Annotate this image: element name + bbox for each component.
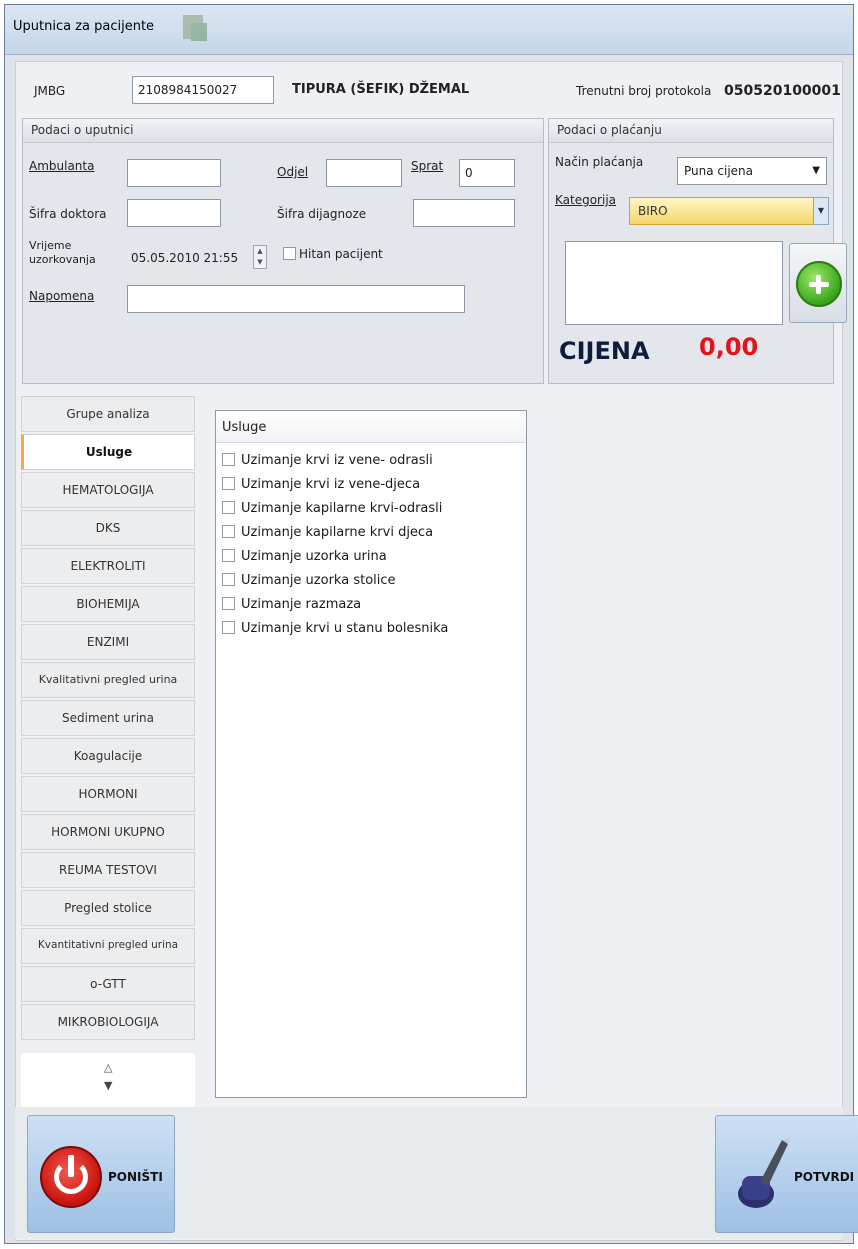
scroll-down-icon[interactable]: ▼ [104,1079,112,1092]
title-bar: Uputnica za pacijente [5,5,853,55]
sprat-label: Sprat [411,159,444,173]
vrijeme-value[interactable]: 05.05.2010 21:55 [131,251,238,265]
cancel-button[interactable]: PONIŠTI [27,1115,175,1233]
ambulanta-label: Ambulanta [29,159,95,173]
napomena-label: Napomena [29,289,95,303]
services-header: Usluge [216,411,526,443]
list-item[interactable]: Uzimanje kapilarne krvi-odrasli [222,501,442,523]
sprat-field[interactable]: 0 [459,159,515,187]
kategorija-value: BIRO [638,204,668,218]
nacin-placanja-value: Puna cijena [684,164,754,178]
item-checkbox[interactable] [222,597,235,610]
list-item[interactable]: Uzimanje krvi u stanu bolesnika [222,621,448,643]
odjel-field[interactable] [326,159,402,187]
sifra-dijagnoze-label: Šifra dijagnoze [277,207,367,221]
services-list: Usluge Uzimanje krvi iz vene- odrasli Uz… [215,410,527,1098]
ambulanta-field[interactable] [127,159,221,187]
tab-kvantitativni-pregled-urina[interactable]: Kvantitativni pregled urina [21,928,195,964]
referral-window: Uputnica za pacijente JMBG 2108984150027… [4,4,858,1244]
sifra-dijagnoze-field[interactable] [413,199,515,227]
item-checkbox[interactable] [222,501,235,514]
chevron-down-icon: ▼ [812,165,820,176]
item-checkbox[interactable] [222,549,235,562]
odjel-label: Odjel [277,165,309,179]
protocol-number: 050520100001 [724,83,841,99]
kategorija-label: Kategorija [555,193,617,207]
referral-group-title: Podaci o uputnici [23,119,543,143]
tab-hormoni[interactable]: HORMONI [21,776,195,812]
payment-group: Podaci o plaćanju Način plaćanja Puna ci… [548,118,847,384]
tab-mikrobiologija[interactable]: MIKROBIOLOGIJA [21,1004,195,1040]
list-item[interactable]: Uzimanje uzorka stolice [222,573,396,595]
hitan-checkbox[interactable] [283,247,296,260]
confirm-label: POTVRDI [794,1170,855,1184]
list-item[interactable]: Uzimanje kapilarne krvi djeca [222,525,433,547]
tab-elektroliti[interactable]: ELEKTROLITI [21,548,195,584]
list-item[interactable]: Uzimanje krvi iz vene- odrasli [222,453,433,475]
item-checkbox[interactable] [222,621,235,634]
tab-koagulacije[interactable]: Koagulacije [21,738,195,774]
dropdown-arrow-icon: ▼ [813,197,829,225]
tab-grupe-analiza[interactable]: Grupe analiza [21,396,195,432]
window-title: Uputnica za pacijente [13,19,155,34]
tab-pregled-stolice[interactable]: Pregled stolice [21,890,195,926]
tab-biohemija[interactable]: BIOHEMIJA [21,586,195,622]
cancel-label: PONIŠTI [108,1170,163,1184]
nacin-placanja-label: Način plaćanja [555,155,644,169]
plus-icon [796,261,842,307]
patient-name: TIPURA (ŠEFIK) DŽEMAL [292,82,470,97]
cijena-value: 0,00 [699,333,759,361]
tab-scroller: △ ▼ [21,1053,195,1111]
tab-hormoni-ukupno[interactable]: HORMONI UKUPNO [21,814,195,850]
power-icon [40,1146,102,1208]
protocol-label: Trenutni broj protokola [576,84,712,98]
napomena-field[interactable] [127,285,465,313]
item-checkbox[interactable] [222,573,235,586]
add-button[interactable] [789,243,847,323]
tab-reuma-testovi[interactable]: REUMA TESTOVI [21,852,195,888]
tab-enzimi[interactable]: ENZIMI [21,624,195,660]
list-item[interactable]: Uzimanje uzorka urina [222,549,387,571]
pen-icon [738,1138,790,1208]
hitan-label: Hitan pacijent [299,247,383,261]
tab-hematologija[interactable]: HEMATOLOGIJA [21,472,195,508]
referral-group: Podaci o uputnici Ambulanta Odjel Sprat … [22,118,544,384]
item-checkbox[interactable] [222,477,235,490]
kategorija-select[interactable]: BIRO ▼ [629,197,829,225]
item-checkbox[interactable] [222,453,235,466]
jmbg-label: JMBG [34,84,66,98]
list-item[interactable]: Uzimanje krvi iz vene-djeca [222,477,420,499]
footer-bar: PONIŠTI POTVRDI [15,1107,858,1239]
nacin-placanja-select[interactable]: Puna cijena ▼ [677,157,827,185]
tab-usluge[interactable]: Usluge [21,434,195,470]
sifra-doktora-label: Šifra doktora [29,207,107,221]
tab-kvalitativni-pregled-urina[interactable]: Kvalitativni pregled urina [21,662,195,698]
vrijeme-label-line1: Vrijeme [29,239,72,252]
list-item[interactable]: Uzimanje razmaza [222,597,361,619]
app-icon [183,15,207,41]
payment-notes-box[interactable] [565,241,783,325]
jmbg-field[interactable]: 2108984150027 [132,76,274,104]
confirm-button[interactable]: POTVRDI [715,1115,858,1233]
vrijeme-label-line2: uzorkovanja [29,253,96,266]
scroll-up-icon[interactable]: △ [104,1061,112,1074]
tab-sediment-urina[interactable]: Sediment urina [21,700,195,736]
datetime-spinner[interactable]: ▲ ▼ [253,245,267,269]
cijena-label: CIJENA [559,337,650,365]
sifra-doktora-field[interactable] [127,199,221,227]
tab-dks[interactable]: DKS [21,510,195,546]
tab-ogtt[interactable]: o-GTT [21,966,195,1002]
payment-group-title: Podaci o plaćanju [549,119,833,143]
analysis-tabs: Grupe analiza Usluge HEMATOLOGIJA DKS EL… [21,396,197,1116]
item-checkbox[interactable] [222,525,235,538]
